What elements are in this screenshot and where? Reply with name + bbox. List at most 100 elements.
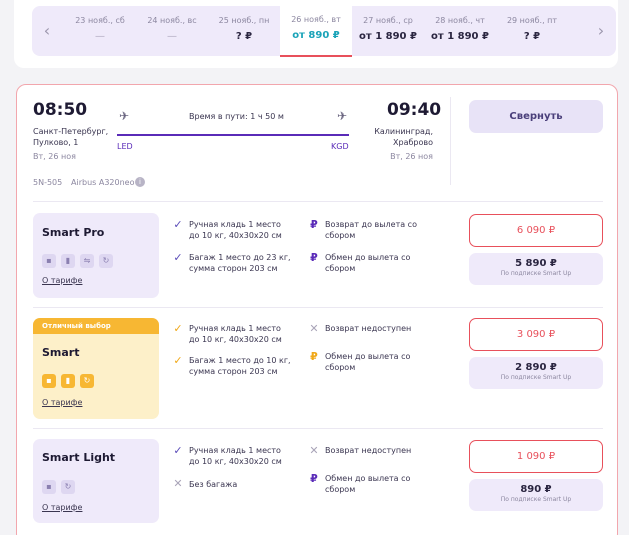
- landing-plane-icon: ✈: [337, 109, 348, 123]
- subscription-label: По подписке Smart Up: [500, 270, 572, 277]
- subscription-price: 890 ₽: [520, 484, 552, 495]
- feature-exchange: Обмен до вылета со сбором: [325, 474, 411, 494]
- hand-luggage-icon: ▪: [42, 254, 56, 268]
- arrival-place: Калининград, Храброво: [374, 127, 433, 147]
- date-cell[interactable]: 23 нояб., сб —: [64, 6, 136, 56]
- feature-hand-luggage: Ручная кладь 1 место до 10 кг, 40х30х20 …: [189, 446, 282, 466]
- departure-place: Санкт-Петербург, Пулково, 1: [33, 127, 109, 147]
- about-tariff-link[interactable]: О тарифе: [42, 276, 82, 285]
- date-price: —: [167, 31, 177, 42]
- exchange-icon: ↻: [99, 254, 113, 268]
- exchange-icon: ↻: [61, 480, 75, 494]
- origin-code: LED: [117, 142, 133, 151]
- divider: [33, 201, 603, 202]
- divider: [33, 307, 603, 308]
- feature-baggage: Багаж 1 место до 23 кг, сумма сторон 203…: [189, 253, 291, 273]
- best-choice-badge: Отличный выбор: [33, 318, 159, 334]
- tariff-icons: ▪ ▮ ↻: [42, 368, 99, 388]
- check-icon: ✓: [173, 444, 183, 457]
- check-icon: ✓: [173, 354, 183, 367]
- check-icon: ✓: [173, 251, 183, 264]
- arrival-date: Вт, 26 ноя: [390, 152, 433, 161]
- cross-icon: ✕: [173, 477, 183, 490]
- date-price: ? ₽: [235, 31, 253, 42]
- cross-icon: ✕: [309, 322, 319, 335]
- date-price: ? ₽: [523, 31, 541, 42]
- tariff-price-button[interactable]: 3 090 ₽: [469, 318, 603, 351]
- date-label: 25 нояб., пн: [218, 16, 270, 25]
- date-label: 29 нояб., пт: [506, 16, 558, 25]
- date-label: 28 нояб., чт: [435, 16, 485, 25]
- about-tariff-link[interactable]: О тарифе: [42, 503, 82, 512]
- tariff-price-button[interactable]: 1 090 ₽: [469, 440, 603, 473]
- subscription-price: 5 890 ₽: [515, 258, 557, 269]
- check-icon: ✓: [173, 218, 183, 231]
- tariff-card-smart[interactable]: Отличный выбор Smart ▪ ▮ ↻ О тарифе: [33, 318, 159, 419]
- about-tariff-link[interactable]: О тарифе: [42, 398, 82, 407]
- ruble-icon: ₽: [310, 472, 318, 485]
- flight-card: 08:50 Санкт-Петербург, Пулково, 1 Вт, 26…: [16, 84, 618, 535]
- prev-dates-arrow-icon[interactable]: ‹: [36, 20, 58, 42]
- feature-exchange: Обмен до вылета со сбором: [325, 253, 411, 273]
- arrival-time: 09:40: [387, 100, 442, 120]
- feature-hand-luggage: Ручная кладь 1 место до 10 кг, 40х30х20 …: [189, 324, 282, 344]
- check-icon: ✓: [173, 322, 183, 335]
- date-label: 24 нояб., вс: [147, 16, 197, 25]
- date-price: от 1 890 ₽: [359, 31, 417, 42]
- route-line: [117, 134, 349, 136]
- date-cell[interactable]: 27 нояб., ср от 1 890 ₽: [352, 6, 424, 56]
- flight-number: 5N-505: [33, 178, 63, 187]
- aircraft-model: Airbus A320neo: [71, 178, 135, 187]
- tariff-name: Smart Pro: [42, 226, 105, 239]
- date-strip-panel: ‹ 23 нояб., сб — 24 нояб., вс — 25 нояб.…: [14, 0, 618, 68]
- tariff-icons: ▪ ▮ ⇋ ↻: [42, 248, 118, 268]
- departure-time: 08:50: [33, 100, 88, 120]
- tariff-price-button[interactable]: 6 090 ₽: [469, 214, 603, 247]
- tariff-card-smart-light[interactable]: Smart Light ▪ ↻ О тарифе: [33, 439, 159, 523]
- exchange-icon: ↻: [80, 374, 94, 388]
- subscription-label: По подписке Smart Up: [500, 374, 572, 381]
- ruble-icon: ₽: [310, 218, 318, 231]
- baggage-icon: ▮: [61, 254, 75, 268]
- date-cell[interactable]: 29 нояб., пт ? ₽: [496, 6, 568, 56]
- aircraft-info-icon[interactable]: i: [135, 176, 145, 187]
- date-cell[interactable]: 24 нояб., вс —: [136, 6, 208, 56]
- subscription-price-button[interactable]: 2 890 ₽ По подписке Smart Up: [469, 357, 603, 389]
- date-price: от 890 ₽: [292, 30, 340, 41]
- feature-baggage: Без багажа: [189, 480, 238, 489]
- next-dates-arrow-icon[interactable]: ›: [590, 20, 612, 42]
- feature-refund: Возврат до вылета со сбором: [325, 220, 417, 240]
- tariff-name: Smart: [42, 346, 80, 359]
- subscription-price: 2 890 ₽: [515, 362, 557, 373]
- flight-duration: Время в пути: 1 ч 50 м: [189, 112, 284, 121]
- date-cell[interactable]: 28 нояб., чт от 1 890 ₽: [424, 6, 496, 56]
- baggage-icon: ▮: [61, 374, 75, 388]
- date-label: 26 нояб., вт: [291, 15, 341, 24]
- subscription-price-button[interactable]: 890 ₽ По подписке Smart Up: [469, 479, 603, 511]
- divider: [33, 428, 603, 429]
- takeoff-plane-icon: ✈: [119, 109, 130, 123]
- feature-exchange: Обмен до вылета со сбором: [325, 352, 411, 372]
- date-label: 23 нояб., сб: [75, 16, 125, 25]
- date-price: —: [95, 31, 105, 42]
- tariff-card-smart-pro[interactable]: Smart Pro ▪ ▮ ⇋ ↻ О тарифе: [33, 213, 159, 298]
- refund-icon: ⇋: [80, 254, 94, 268]
- date-label: 27 нояб., ср: [363, 16, 413, 25]
- date-strip: ‹ 23 нояб., сб — 24 нояб., вс — 25 нояб.…: [32, 5, 616, 57]
- feature-hand-luggage: Ручная кладь 1 место до 10 кг, 40х30х20 …: [189, 220, 282, 240]
- hand-luggage-icon: ▪: [42, 480, 56, 494]
- cross-icon: ✕: [309, 444, 319, 457]
- subscription-price-button[interactable]: 5 890 ₽ По подписке Smart Up: [469, 253, 603, 285]
- feature-baggage: Багаж 1 место до 10 кг, сумма сторон 203…: [189, 356, 291, 376]
- feature-refund: Возврат недоступен: [325, 446, 412, 455]
- date-cell-active[interactable]: 26 нояб., вт от 890 ₽: [280, 5, 352, 57]
- subscription-label: По подписке Smart Up: [500, 496, 572, 503]
- tariff-name: Smart Light: [42, 451, 116, 464]
- collapse-button[interactable]: Свернуть: [469, 100, 603, 133]
- tariff-icons: ▪ ↻: [42, 474, 80, 494]
- date-price: от 1 890 ₽: [431, 31, 489, 42]
- date-cell[interactable]: 25 нояб., пн ? ₽: [208, 6, 280, 56]
- header-divider: [450, 97, 451, 185]
- feature-refund: Возврат недоступен: [325, 324, 412, 333]
- departure-date: Вт, 26 ноя: [33, 152, 76, 161]
